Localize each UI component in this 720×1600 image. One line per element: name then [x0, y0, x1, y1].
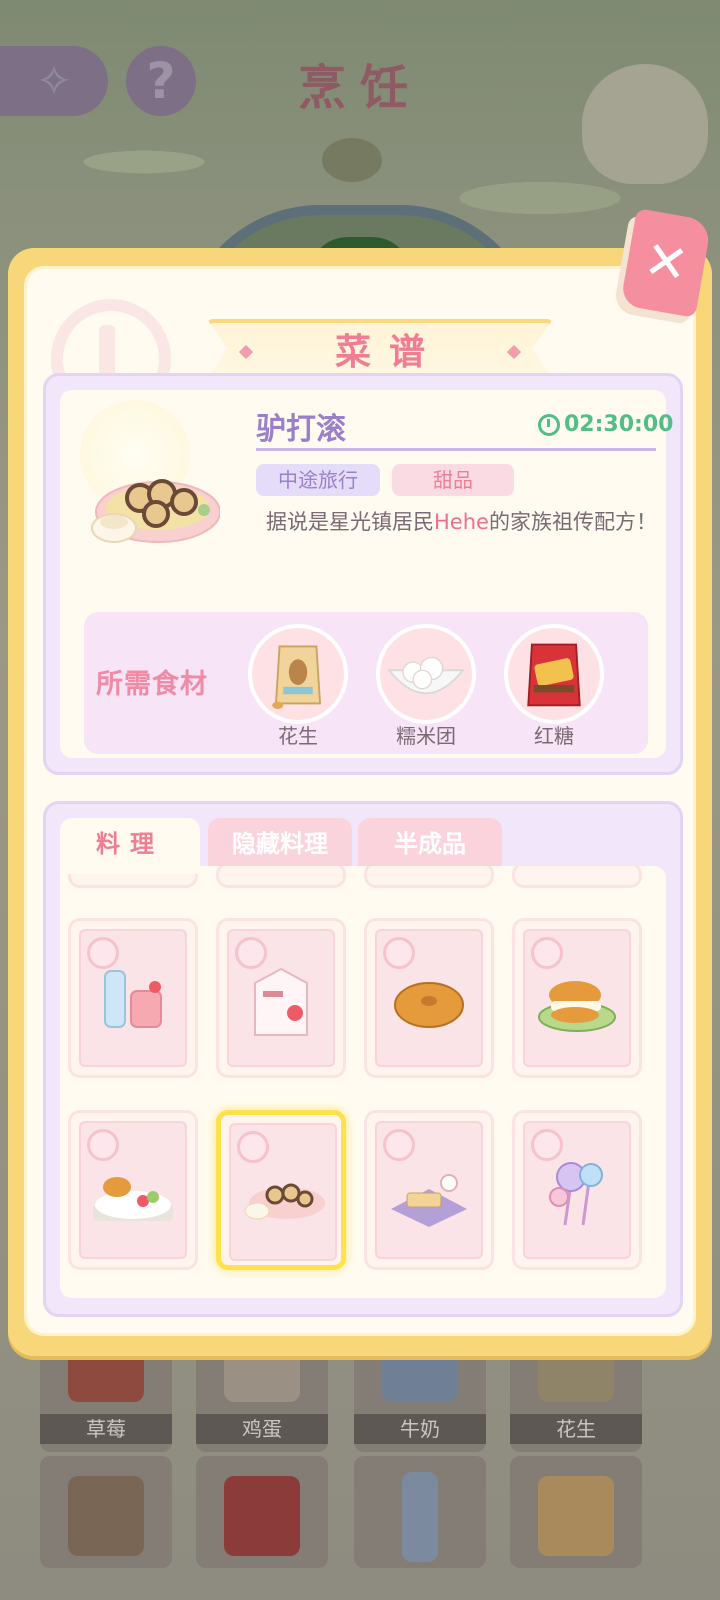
recipe-card-selected[interactable] [216, 1110, 346, 1270]
inventory-label: 牛奶 [354, 1414, 486, 1444]
recipe-card[interactable] [512, 1110, 642, 1270]
recipe-grid [60, 866, 666, 1298]
recipe-modal-body: 菜谱 驴打滚 02:30:00 中途旅行 甜品 据说是星光镇居民Hehe的家族祖… [24, 266, 696, 1336]
ingredient-circle [248, 624, 348, 724]
tag-dessert: 甜品 [392, 464, 514, 496]
compass-back-icon: ✧ [35, 55, 73, 107]
ingredients-title: 所需食材 [96, 669, 208, 700]
bell-icon [322, 138, 382, 182]
ingredient-label: 花生 [278, 724, 318, 748]
ingredient-label: 糯米团 [396, 724, 456, 748]
water-and-juice-icon [104, 970, 162, 1028]
cream-burger-icon [538, 981, 616, 1032]
description-text: 据说是星光镇居民 [266, 510, 434, 534]
recipe-card[interactable] [216, 866, 346, 888]
question-icon: ? [146, 52, 176, 110]
ingredient-circle [376, 624, 476, 724]
recipe-name: 驴打滚 [256, 412, 346, 447]
inventory-item[interactable] [40, 1456, 172, 1568]
ingredient-label: 红糖 [534, 724, 574, 748]
tab-hidden-dishes[interactable]: 隐藏料理 [208, 818, 352, 870]
recipe-detail-inner: 驴打滚 02:30:00 中途旅行 甜品 据说是星光镇居民Hehe的家族祖传配方… [60, 390, 673, 758]
teapot-decoration [582, 64, 708, 184]
tab-semi-finished[interactable]: 半成品 [358, 818, 502, 870]
inventory-item[interactable]: 鸡蛋 [196, 1340, 328, 1452]
clock-icon [538, 413, 560, 436]
description-text: 的家族祖传配方！ [488, 510, 657, 534]
ingredient-circle [504, 624, 604, 724]
help-button[interactable]: ? [126, 46, 196, 116]
ingredient-item[interactable]: 糯米团 [374, 624, 478, 748]
recipe-detail-card: 驴打滚 02:30:00 中途旅行 甜品 据说是星光镇居民Hehe的家族祖传配方… [43, 373, 683, 775]
tab-dishes[interactable]: 料理 [60, 818, 200, 874]
required-ingredients: 所需食材 花生 糯米团 红糖 [84, 612, 648, 754]
timer-value: 02:30:00 [564, 412, 674, 437]
inventory-label: 花生 [510, 1414, 642, 1444]
page-title: 烹饪 [297, 60, 422, 116]
rice-ball-bowl-icon [387, 656, 465, 695]
inventory-item[interactable]: 花生 [510, 1340, 642, 1452]
recipe-description: 据说是星光镇居民Hehe的家族祖传配方！ [266, 506, 660, 538]
recipe-list-panel: 料理 隐藏料理 半成品 [43, 801, 683, 1317]
rolled-pastry-dish-icon [91, 479, 220, 543]
inventory-item[interactable]: 草莓 [40, 1340, 172, 1452]
recipe-card[interactable] [364, 1110, 494, 1270]
lollipop-icon [549, 1162, 603, 1226]
sandwich-and-tea-icon [391, 1174, 467, 1227]
recipe-modal: 菜谱 驴打滚 02:30:00 中途旅行 甜品 据说是星光镇居民Hehe的家族祖… [8, 248, 712, 1356]
ingredient-item[interactable]: 花生 [246, 624, 350, 748]
ribbon-diamond-icon [238, 344, 254, 360]
recipe-name-divider [256, 448, 656, 451]
bread-loaf-icon [538, 1476, 614, 1556]
ribbon-diamond-icon [506, 344, 522, 360]
rolled-pastry-dish-icon [244, 1183, 325, 1220]
recipe-card[interactable] [68, 918, 198, 1078]
bagel-icon [394, 982, 464, 1028]
recipe-card[interactable] [512, 866, 642, 888]
peanut-bag-icon [272, 645, 322, 709]
inventory-label: 草莓 [40, 1414, 172, 1444]
strawberry-milk-carton-icon [254, 967, 308, 1036]
tag-travel: 中途旅行 [256, 464, 380, 496]
recipe-card[interactable] [68, 1110, 198, 1270]
recipe-card[interactable] [364, 866, 494, 888]
ingredient-item[interactable]: 红糖 [502, 624, 606, 748]
inventory-item[interactable] [354, 1456, 486, 1568]
recipe-card[interactable] [512, 918, 642, 1078]
ingredient-inventory: 草莓 鸡蛋 牛奶 花生 [36, 1340, 656, 1600]
cook-timer: 02:30:00 [538, 412, 673, 437]
water-bottle-icon [402, 1472, 438, 1562]
brown-sugar-bag-icon [527, 643, 581, 707]
inventory-item[interactable] [196, 1456, 328, 1568]
recipe-card[interactable] [364, 918, 494, 1078]
back-button[interactable]: ✧ [0, 46, 108, 116]
inventory-item[interactable]: 牛奶 [354, 1340, 486, 1452]
modal-title: 菜谱 [334, 332, 443, 373]
inventory-item[interactable] [510, 1456, 642, 1568]
coffee-bean-sack-icon [68, 1476, 144, 1556]
breakfast-platter-icon [93, 1177, 173, 1221]
close-icon: ✕ [639, 229, 693, 297]
brown-sugar-bag-icon [224, 1476, 300, 1556]
recipe-card[interactable] [216, 918, 346, 1078]
inventory-label: 鸡蛋 [196, 1414, 328, 1444]
recipe-title-ribbon: 菜谱 [207, 319, 553, 379]
description-highlight: Hehe [434, 510, 489, 534]
